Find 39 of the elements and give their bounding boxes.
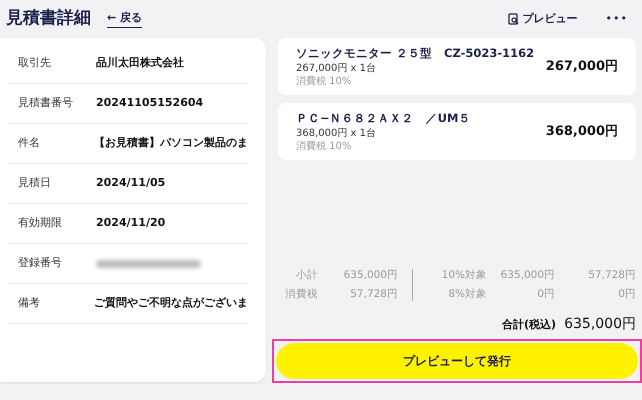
issue-button[interactable]: プレビューして発行 [276, 343, 638, 379]
total-amount: 635,000円 [564, 315, 636, 334]
summary-value: 635,000円 [342, 268, 398, 283]
tax-amount: 0円 [618, 287, 636, 302]
preview-icon [508, 13, 519, 25]
field-label: 見積書番号 [17, 95, 74, 112]
tax-amount: 57,728円 [588, 268, 636, 283]
page-title: 見積書詳細 [6, 7, 91, 30]
tax-class-label: 10%対象 [440, 268, 487, 283]
item-amount: 267,000円 [546, 58, 618, 76]
preview-button[interactable]: プレビュー [522, 10, 578, 28]
field-value: ご質問やご不明な点がございま [94, 295, 248, 312]
field-label: 見積日 [17, 175, 52, 192]
unit-price: 267,000円 x 1台 [296, 62, 377, 76]
field-label: 有効期限 [17, 215, 63, 232]
field-label: 件名 [17, 135, 41, 152]
unit-price: 368,000円 x 1台 [296, 127, 377, 140]
item-amount: 368,000円 [546, 122, 618, 141]
summary-label: 消費税 [284, 287, 318, 302]
tax-class-label: 8%対象 [447, 287, 487, 302]
field-value: 2024/11/05 [96, 175, 166, 192]
back-link[interactable]: ← 戻る [107, 10, 142, 28]
summary-label: 小計 [295, 268, 318, 283]
taxable-amount: 0円 [536, 287, 555, 302]
field-label: 登録番号 [17, 255, 63, 272]
total-label: 合計(税込) [502, 317, 556, 333]
summary-value: 57,728円 [349, 287, 398, 302]
field-label: 備考 [17, 295, 41, 312]
field-value: 2024/11/20 [96, 215, 166, 232]
field-value: 【お見積書】パソコン製品のま [94, 135, 248, 152]
more-menu-button[interactable]: ••• [606, 10, 628, 28]
taxable-amount: 635,000円 [500, 268, 555, 283]
tax-rate: 消費税 10% [296, 140, 352, 154]
field-value: 20241105152604 [96, 95, 204, 112]
item-name: ソニックモニター ２５型 CZ-5023-1162 [296, 44, 536, 62]
tax-rate: 消費税 10% [296, 75, 352, 88]
item-name: ＰＣ−Ｎ６８２ＡＸ２ ／UM５ [296, 110, 472, 127]
field-label: 取引先 [17, 55, 52, 72]
field-value: 品川太田株式会社 [96, 55, 184, 72]
